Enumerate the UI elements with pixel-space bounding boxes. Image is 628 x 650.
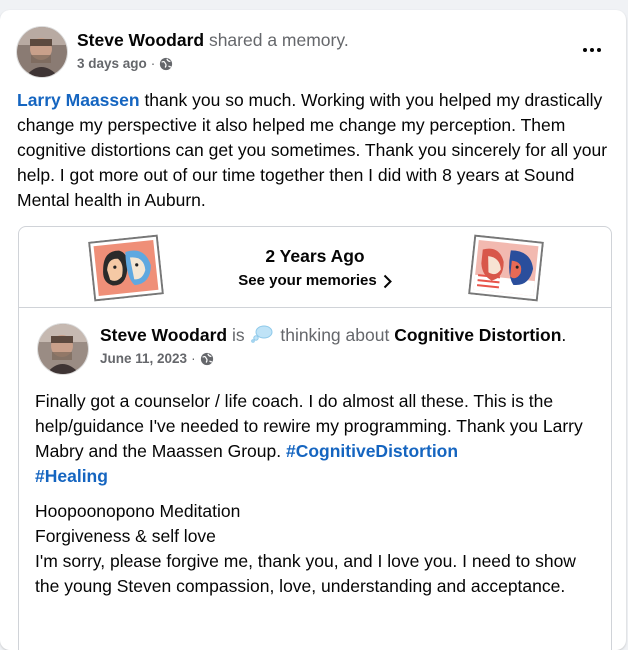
- more-options-button[interactable]: [578, 38, 606, 62]
- is-text: is: [231, 325, 245, 345]
- shared-post-meta: June 11, 2023 ·: [100, 351, 214, 366]
- globe-icon[interactable]: [200, 352, 214, 366]
- shared-author-name[interactable]: Steve Woodard: [100, 325, 227, 345]
- globe-icon[interactable]: [159, 57, 173, 71]
- post-header: Steve Woodard shared a memory. 3 days ag…: [16, 26, 610, 82]
- shared-post-author-line: Steve Woodard is thinking about Cognitiv…: [100, 325, 566, 346]
- post-author-line: Steve Woodard shared a memory.: [77, 30, 349, 51]
- post-text: Larry Maassen thank you so much. Working…: [17, 88, 615, 213]
- post-meta: 3 days ago ·: [77, 56, 173, 71]
- avatar[interactable]: [16, 26, 68, 78]
- text-line: Hoopoonopono Meditation: [35, 501, 241, 521]
- chevron-right-icon: [383, 274, 392, 288]
- author-name[interactable]: Steve Woodard: [77, 30, 204, 50]
- text-line: I'm sorry, please forgive me, thank you,…: [35, 551, 576, 596]
- avatar[interactable]: [37, 323, 89, 375]
- post-action: shared a memory.: [208, 30, 349, 50]
- shared-post-paragraph: Hoopoonopono Meditation Forgiveness & sel…: [35, 499, 595, 599]
- hashtag-link[interactable]: #Healing: [35, 466, 108, 486]
- topic-period: .: [561, 325, 567, 345]
- feeling-text: thinking about: [280, 325, 390, 345]
- thought-bubble-icon: [251, 325, 273, 343]
- meta-separator: ·: [191, 351, 196, 366]
- meta-separator: ·: [150, 56, 156, 71]
- more-dot: [597, 48, 601, 52]
- shared-post-paragraph: Finally got a counselor / life coach. I …: [35, 389, 595, 489]
- see-memories-label: See your memories: [238, 272, 377, 289]
- shared-post-date[interactable]: June 11, 2023: [100, 351, 187, 366]
- text-line: Forgiveness & self love: [35, 526, 216, 546]
- hashtag-link[interactable]: #CognitiveDistortion: [286, 441, 458, 461]
- illustration-two-faces: [88, 234, 164, 302]
- memory-banner[interactable]: 2 Years Ago See your memories: [19, 227, 611, 308]
- post-timestamp[interactable]: 3 days ago: [77, 56, 147, 71]
- memory-attachment[interactable]: 2 Years Ago See your memories Steve Wood…: [18, 226, 612, 650]
- shared-post-text: Finally got a counselor / life coach. I …: [35, 389, 595, 609]
- topic-link[interactable]: Cognitive Distortion: [394, 325, 561, 345]
- shared-post-header: Steve Woodard is thinking about Cognitiv…: [37, 323, 597, 379]
- mention-link[interactable]: Larry Maassen: [17, 90, 140, 110]
- more-horizontal-icon: [583, 48, 587, 52]
- more-dot: [590, 48, 594, 52]
- illustration-couple-kissing: [468, 234, 544, 302]
- post-card: Steve Woodard shared a memory. 3 days ag…: [0, 10, 626, 650]
